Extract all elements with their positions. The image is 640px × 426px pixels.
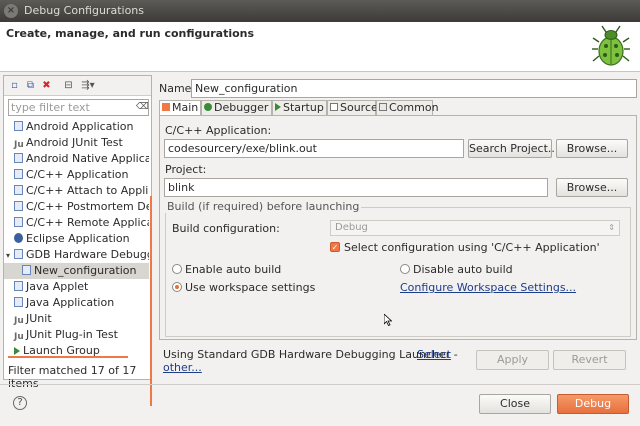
select-other-link-2[interactable]: other...	[163, 361, 202, 374]
tree-item-junit[interactable]: Ju JUnit	[14, 311, 52, 327]
bug-icon	[592, 25, 630, 66]
collapse-all-icon[interactable]: ⊟	[63, 80, 74, 91]
tree-item-java-application[interactable]: Java Application	[14, 295, 114, 311]
java-app-icon	[14, 297, 23, 307]
tree-item-new-configuration[interactable]: New_configuration	[4, 263, 149, 279]
delete-config-icon[interactable]: ✖	[41, 80, 52, 91]
tab-source[interactable]: Source	[327, 100, 378, 116]
filter-input[interactable]	[9, 100, 129, 115]
main-tab-icon	[162, 103, 170, 111]
footer-separator	[0, 384, 640, 385]
project-input[interactable]: blink	[164, 178, 548, 197]
browse-project-button[interactable]: Browse...	[556, 178, 628, 197]
gdb-hardware-icon	[14, 249, 23, 259]
revert-button[interactable]: Revert	[553, 350, 626, 370]
project-label: Project:	[165, 163, 207, 176]
tree-item-gdb-hardware[interactable]: ▾GDB Hardware Debuggin	[6, 247, 149, 263]
app-path-input[interactable]: codesourcery/exe/blink.out	[164, 139, 464, 158]
tree-item-eclipse-application[interactable]: Eclipse Application	[14, 231, 130, 247]
tree-item-android-application[interactable]: Android Application	[14, 119, 134, 135]
eclipse-icon	[14, 233, 23, 243]
tree-item-cpp-remote[interactable]: C/C++ Remote Applicatio	[14, 215, 149, 231]
select-config-checkbox[interactable]: ✓	[330, 242, 340, 252]
name-input[interactable]: New_configuration	[191, 79, 637, 98]
main-tab-content: C/C++ Application: codesourcery/exe/blin…	[159, 115, 637, 340]
junit-plugin-icon: Ju	[14, 332, 24, 342]
horizontal-scrollbar[interactable]	[8, 356, 128, 358]
disable-auto-build-radio[interactable]	[400, 264, 410, 274]
android-native-icon	[14, 153, 23, 163]
filter-status: Filter matched 17 of 17 items	[8, 364, 137, 390]
name-label: Name:	[159, 82, 196, 95]
dialog-banner: Create, manage, and run configurations	[0, 22, 640, 72]
window-close-icon[interactable]: ×	[4, 4, 18, 18]
configure-workspace-link[interactable]: Configure Workspace Settings...	[400, 281, 576, 294]
cpp-postmortem-icon	[14, 201, 23, 211]
android-app-icon	[14, 121, 23, 131]
use-workspace-settings-label: Use workspace settings	[185, 281, 316, 294]
launch-group-icon	[14, 347, 20, 355]
help-icon[interactable]: ?	[13, 396, 27, 410]
debug-button[interactable]: Debug	[557, 394, 629, 414]
cpp-remote-icon	[14, 217, 23, 227]
junit-icon: Ju	[14, 140, 24, 150]
select-other-link-1[interactable]: Select	[417, 348, 451, 361]
select-config-label: Select configuration using 'C/C++ Applic…	[344, 241, 600, 254]
junit-icon: Ju	[14, 316, 24, 326]
build-group-title: Build (if required) before launching	[165, 200, 362, 213]
enable-auto-build-radio[interactable]	[172, 264, 182, 274]
use-workspace-settings-radio[interactable]	[172, 282, 182, 292]
tab-debugger[interactable]: Debugger	[201, 100, 272, 116]
tab-common[interactable]: Common	[376, 100, 439, 116]
cpp-attach-icon	[14, 185, 23, 195]
java-applet-icon	[14, 281, 23, 291]
spinner-arrows-icon: ⇕	[608, 223, 615, 232]
config-icon	[22, 265, 31, 275]
cpp-app-icon	[14, 169, 23, 179]
configuration-editor: Name: New_configuration Main Debugger St…	[155, 75, 637, 380]
tree-item-cpp-postmortem[interactable]: C/C++ Postmortem Debu	[14, 199, 149, 215]
launcher-text: Using Standard GDB Hardware Debugging La…	[163, 348, 458, 361]
banner-title: Create, manage, and run configurations	[6, 27, 255, 40]
close-button[interactable]: Close	[479, 394, 551, 414]
config-tree: Android Application Ju Android JUnit Test…	[4, 119, 149, 359]
build-config-label: Build configuration:	[172, 222, 280, 235]
tab-startup[interactable]: Startup	[272, 100, 327, 116]
browse-app-button[interactable]: Browse...	[556, 139, 628, 158]
expand-chevron-icon[interactable]: ▾	[6, 248, 14, 264]
filter-box: ⌫	[8, 99, 149, 116]
clear-filter-icon[interactable]: ⌫	[136, 102, 149, 113]
search-project-button[interactable]: Search Project...	[468, 139, 558, 158]
tree-item-android-native[interactable]: Android Native Applicatio	[14, 151, 149, 167]
build-config-select: Debug ⇕	[330, 220, 620, 236]
debugger-tab-icon	[204, 103, 212, 111]
config-toolbar: ▫ ⧉ ✖ ⊟ ⇶▾	[4, 76, 151, 96]
filter-menu-icon[interactable]: ⇶▾	[80, 80, 96, 91]
window-title: Debug Configurations	[24, 4, 145, 17]
startup-tab-icon	[275, 103, 281, 111]
new-config-icon[interactable]: ▫	[9, 80, 20, 91]
tree-item-android-junit[interactable]: Ju Android JUnit Test	[14, 135, 123, 151]
duplicate-config-icon[interactable]: ⧉	[25, 80, 36, 91]
enable-auto-build-label: Enable auto build	[185, 263, 282, 276]
mouse-cursor-icon	[384, 314, 392, 326]
window-titlebar: × Debug Configurations	[0, 0, 640, 22]
config-tabs: Main Debugger Startup Source Common	[159, 100, 439, 117]
tree-item-cpp-application[interactable]: C/C++ Application	[14, 167, 128, 183]
tree-item-java-applet[interactable]: Java Applet	[14, 279, 88, 295]
source-tab-icon	[330, 103, 338, 111]
disable-auto-build-label: Disable auto build	[413, 263, 513, 276]
common-tab-icon	[379, 103, 387, 111]
configuration-list-pane: ▫ ⧉ ✖ ⊟ ⇶▾ ⌫ Android Application JuAndro…	[3, 75, 152, 406]
app-label: C/C++ Application:	[165, 124, 272, 137]
apply-button[interactable]: Apply	[476, 350, 549, 370]
tree-item-cpp-attach[interactable]: C/C++ Attach to Applicati	[14, 183, 149, 199]
tree-item-junit-plugin[interactable]: Ju JUnit Plug-in Test	[14, 327, 118, 343]
